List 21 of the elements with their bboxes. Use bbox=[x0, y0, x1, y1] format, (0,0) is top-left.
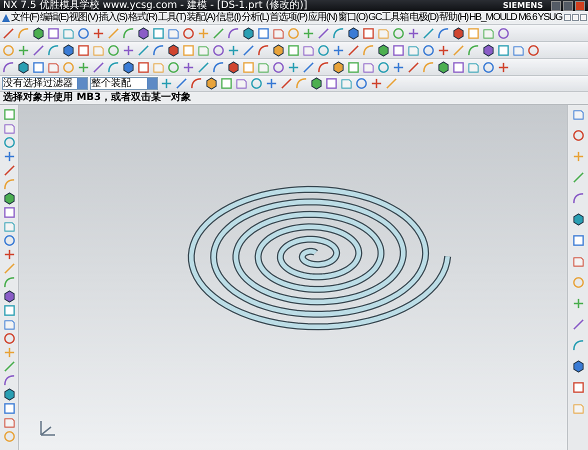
menu-item[interactable]: 应用(N) bbox=[308, 12, 337, 24]
window-title: NX 7.5 优胜模具学校 www.ycsg.com - 建模 - [DS-1.prt (修改的)] bbox=[3, 0, 308, 11]
menu-item[interactable]: 信息(I) bbox=[216, 12, 240, 24]
menu-item[interactable]: YSUG bbox=[538, 12, 562, 24]
menu-item[interactable]: HB_MOULD M6.6 bbox=[469, 12, 537, 24]
menu-item[interactable]: 插入(S) bbox=[98, 12, 127, 24]
menu-item[interactable]: 分析(L) bbox=[241, 12, 269, 24]
menu-item[interactable]: 装配(A) bbox=[186, 12, 215, 24]
menu-item[interactable]: 格式(R) bbox=[128, 12, 157, 24]
menu-item[interactable]: 编辑(E) bbox=[40, 12, 68, 24]
scope-dropdown[interactable]: 整个装配 bbox=[90, 77, 158, 90]
menu-item[interactable]: 视图(V) bbox=[69, 12, 98, 24]
menu-item[interactable]: 窗口(O) bbox=[338, 12, 368, 24]
brand-label: SIEMENS bbox=[502, 1, 543, 10]
menu-item[interactable]: 文件(F) bbox=[11, 12, 39, 24]
menu-item[interactable]: 工具(T) bbox=[158, 12, 186, 24]
menu-item[interactable]: GC工具箱 bbox=[368, 12, 408, 24]
menu-item[interactable]: 首选项(P) bbox=[270, 12, 307, 24]
filter-dropdown[interactable]: 没有选择过滤器 bbox=[2, 77, 88, 90]
menu-item[interactable]: 帮助(H) bbox=[439, 12, 468, 24]
menu-item[interactable]: 电极(D) bbox=[409, 12, 438, 24]
